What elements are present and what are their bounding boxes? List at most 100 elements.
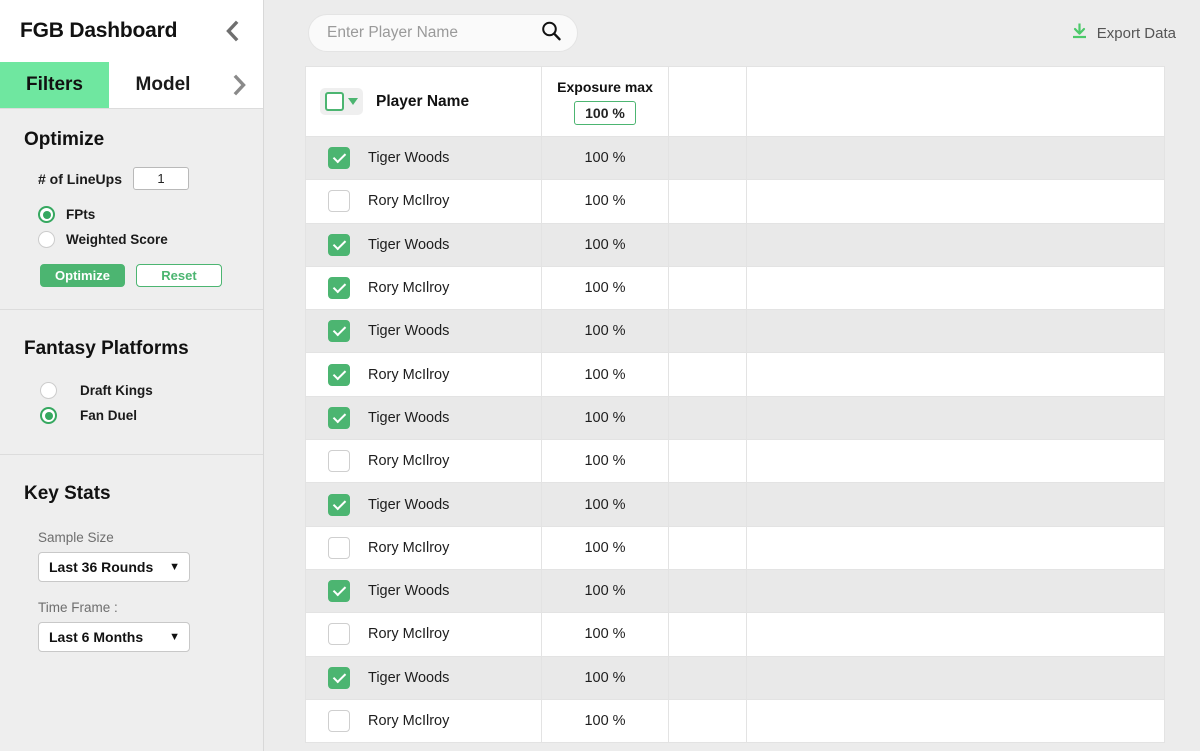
panel-key-stats: Key Stats Sample Size Last 36 Rounds ▼ T…: [0, 455, 263, 672]
cell-column-4: [746, 309, 1165, 354]
radio-fpts-label: FPts: [66, 207, 96, 222]
row-player-name: Rory McIlroy: [368, 453, 450, 470]
table-row[interactable]: Tiger Woods 100 %: [305, 568, 1165, 614]
tab-model[interactable]: Model: [109, 62, 217, 108]
table-row[interactable]: Rory McIlroy 100 %: [305, 352, 1165, 397]
radio-weighted-score[interactable]: Weighted Score: [0, 231, 263, 248]
cell-exposure[interactable]: 100 %: [541, 568, 669, 614]
time-frame-select[interactable]: Last 6 Months ▼: [38, 622, 190, 652]
cell-player-name: Tiger Woods: [305, 135, 542, 181]
cell-player-name: Rory McIlroy: [305, 352, 542, 397]
radio-fan-duel-indicator: [40, 407, 57, 424]
cell-column-4: [746, 439, 1165, 484]
cell-player-name: Rory McIlroy: [305, 439, 542, 484]
export-data-button[interactable]: Export Data: [1071, 22, 1176, 45]
table-row[interactable]: Rory McIlroy 100 %: [305, 612, 1165, 657]
cell-column-3: [668, 135, 747, 181]
row-checkbox[interactable]: [328, 233, 350, 256]
table-row[interactable]: Rory McIlroy 100 %: [305, 525, 1165, 570]
cell-exposure[interactable]: 100 %: [541, 482, 669, 527]
cell-exposure[interactable]: 100 %: [541, 655, 669, 700]
cell-player-name: Rory McIlroy: [305, 698, 542, 744]
header-player-name-label: Player Name: [376, 92, 470, 110]
row-player-name: Tiger Woods: [368, 150, 450, 167]
select-all-checkbox[interactable]: [325, 92, 344, 111]
table-row[interactable]: Tiger Woods 100 %: [305, 222, 1165, 267]
radio-fpts[interactable]: FPts: [0, 206, 263, 223]
cell-exposure[interactable]: 100 %: [541, 309, 669, 354]
chevron-down-icon[interactable]: [348, 98, 358, 105]
table-body: Tiger Woods 100 % Rory McIlroy 100 % Tiger W…: [305, 135, 1165, 744]
table-row[interactable]: Tiger Woods 100 %: [305, 482, 1165, 527]
row-checkbox[interactable]: [328, 450, 350, 473]
row-checkbox[interactable]: [328, 147, 350, 170]
cell-exposure[interactable]: 100 %: [541, 698, 669, 744]
cell-exposure[interactable]: 100 %: [541, 395, 669, 441]
cell-exposure[interactable]: 100 %: [541, 439, 669, 484]
optimize-title: Optimize: [24, 129, 105, 150]
sidebar-brand-bar: FGB Dashboard: [0, 0, 263, 62]
row-checkbox[interactable]: [328, 536, 350, 559]
header-column-4: [746, 66, 1165, 137]
cell-exposure[interactable]: 100 %: [541, 179, 669, 224]
exposure-max-input[interactable]: 100 %: [574, 100, 636, 125]
cell-exposure[interactable]: 100 %: [541, 612, 669, 657]
cell-exposure[interactable]: 100 %: [541, 222, 669, 267]
reset-button[interactable]: Reset: [136, 264, 222, 287]
cell-column-3: [668, 352, 747, 397]
cell-column-3: [668, 222, 747, 267]
chevron-right-icon[interactable]: [217, 62, 263, 108]
table-row[interactable]: Rory McIlroy 100 %: [305, 265, 1165, 311]
row-checkbox[interactable]: [328, 363, 350, 386]
row-player-name: Tiger Woods: [368, 409, 450, 426]
table-row[interactable]: Rory McIlroy 100 %: [305, 698, 1165, 744]
cell-exposure[interactable]: 100 %: [541, 352, 669, 397]
table-row[interactable]: Rory McIlroy 100 %: [305, 439, 1165, 484]
cell-column-4: [746, 482, 1165, 527]
cell-column-4: [746, 179, 1165, 224]
row-checkbox[interactable]: [328, 406, 350, 429]
cell-player-name: Rory McIlroy: [305, 525, 542, 570]
table-row[interactable]: Tiger Woods 100 %: [305, 655, 1165, 700]
time-frame-select-wrap: Last 6 Months ▼: [0, 622, 263, 652]
search-icon[interactable]: [540, 20, 562, 47]
table-row[interactable]: Rory McIlroy 100 %: [305, 179, 1165, 224]
app-root: FGB Dashboard Filters Model Optimize # o…: [0, 0, 1200, 751]
cell-exposure[interactable]: 100 %: [541, 265, 669, 311]
search-input[interactable]: [327, 24, 540, 42]
radio-draft-kings-label: Draft Kings: [80, 383, 153, 398]
cell-column-4: [746, 525, 1165, 570]
sample-size-select-wrap: Last 36 Rounds ▼: [0, 552, 263, 582]
row-player-name: Rory McIlroy: [368, 366, 450, 383]
tab-filters[interactable]: Filters: [0, 62, 109, 108]
lineups-input[interactable]: [133, 167, 190, 190]
select-all-checkbox-dropdown[interactable]: [320, 88, 363, 115]
table-row[interactable]: Tiger Woods 100 %: [305, 309, 1165, 354]
row-checkbox[interactable]: [328, 580, 350, 603]
table-row[interactable]: Tiger Woods 100 %: [305, 395, 1165, 441]
download-icon: [1071, 22, 1088, 45]
radio-fan-duel[interactable]: Fan Duel: [0, 407, 263, 424]
optimize-button[interactable]: Optimize: [40, 264, 125, 287]
row-checkbox[interactable]: [328, 666, 350, 689]
panel-fantasy-platforms: Fantasy Platforms Draft Kings Fan Duel: [0, 310, 263, 455]
row-checkbox[interactable]: [328, 277, 350, 300]
table-row[interactable]: Tiger Woods 100 %: [305, 135, 1165, 181]
export-data-label: Export Data: [1096, 24, 1176, 42]
sample-size-select[interactable]: Last 36 Rounds ▼: [38, 552, 190, 582]
row-checkbox[interactable]: [328, 623, 350, 646]
table-header-row: Player Name Exposure max 100 %: [305, 66, 1165, 137]
row-checkbox[interactable]: [328, 710, 350, 732]
cell-exposure[interactable]: 100 %: [541, 525, 669, 570]
row-checkbox[interactable]: [328, 320, 350, 343]
radio-draft-kings[interactable]: Draft Kings: [0, 382, 263, 399]
caret-down-icon: ▼: [169, 561, 180, 573]
chevron-left-icon[interactable]: [219, 18, 245, 44]
row-checkbox[interactable]: [328, 190, 350, 213]
search-bar[interactable]: [308, 14, 578, 52]
cell-exposure[interactable]: 100 %: [541, 135, 669, 181]
cell-column-3: [668, 395, 747, 441]
cell-column-3: [668, 309, 747, 354]
row-checkbox[interactable]: [328, 493, 350, 516]
key-stats-title: Key Stats: [24, 483, 111, 504]
